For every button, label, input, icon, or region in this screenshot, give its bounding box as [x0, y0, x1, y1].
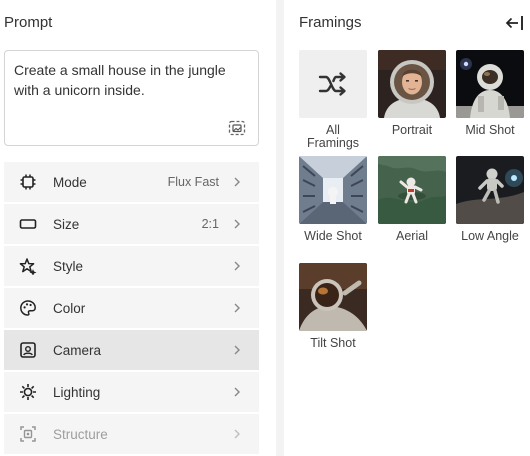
panel-divider [276, 0, 284, 456]
framing-label: Tilt Shot [310, 336, 356, 350]
prompt-input[interactable]: Create a small house in the jungle with … [4, 50, 259, 146]
chevron-right-icon [234, 345, 240, 355]
chip-icon [18, 172, 38, 192]
chevron-right-icon [234, 219, 240, 229]
framing-label: Mid Shot [465, 123, 515, 137]
prompt-title: Prompt [4, 14, 53, 31]
framings-panel: Framings All Framings Portrait Mid Shot … [284, 0, 530, 456]
palette-icon [18, 298, 38, 318]
prompt-text[interactable]: Create a small house in the jungle with … [14, 60, 249, 100]
framing-label: All Framings [299, 124, 367, 150]
option-label: Color [53, 300, 86, 316]
sparkle-star-icon [18, 256, 38, 276]
framing-label: Wide Shot [304, 229, 362, 243]
option-color[interactable]: Color [4, 288, 259, 328]
option-value: 2:1 [201, 217, 219, 231]
collapse-panel-icon[interactable] [504, 12, 526, 34]
framing-thumbnail [299, 50, 367, 118]
framing-label: Aerial [396, 229, 428, 243]
framing-label-line2: Framings [306, 136, 360, 150]
framing-label: Portrait [391, 123, 433, 137]
option-size[interactable]: Size 2:1 [4, 204, 259, 244]
option-label: Lighting [53, 384, 101, 400]
option-lighting[interactable]: Lighting [4, 372, 259, 412]
framing-thumbnail [456, 50, 524, 118]
options-list: Mode Flux Fast Size 2:1 Style Color Came… [4, 162, 259, 456]
framings-title: Framings [299, 14, 362, 31]
option-label: Style [53, 258, 84, 274]
option-value: Flux Fast [167, 175, 219, 189]
framing-mid-shot[interactable]: Mid Shot [456, 50, 524, 137]
chevron-right-icon [234, 177, 240, 187]
image-add-icon[interactable] [228, 119, 246, 137]
option-camera[interactable]: Camera [4, 330, 259, 370]
framing-wide-shot[interactable]: Wide Shot [299, 156, 367, 243]
framing-label-line1: All [326, 123, 340, 137]
option-label: Camera [53, 342, 102, 358]
option-structure[interactable]: Structure [4, 414, 259, 454]
structure-icon [18, 424, 38, 444]
framing-tilt-shot[interactable]: Tilt Shot [299, 263, 367, 350]
chevron-right-icon [234, 261, 240, 271]
framing-thumbnail [299, 263, 367, 331]
prompt-panel: Prompt Create a small house in the jungl… [0, 0, 276, 456]
framing-label: Low Angle [461, 229, 519, 243]
framing-all[interactable]: All Framings [299, 50, 367, 150]
aspect-ratio-icon [18, 214, 38, 234]
option-label: Structure [53, 426, 108, 442]
framing-thumbnail [456, 156, 524, 224]
framing-portrait[interactable]: Portrait [378, 50, 446, 137]
framing-thumbnail [378, 156, 446, 224]
framing-low-angle[interactable]: Low Angle [456, 156, 524, 243]
chevron-right-icon [234, 303, 240, 313]
option-style[interactable]: Style [4, 246, 259, 286]
option-label: Size [53, 216, 80, 232]
framing-aerial[interactable]: Aerial [378, 156, 446, 243]
sun-icon [18, 382, 38, 402]
camera-frame-icon [18, 340, 38, 360]
chevron-right-icon [234, 387, 240, 397]
framing-thumbnail [378, 50, 446, 118]
option-mode[interactable]: Mode Flux Fast [4, 162, 259, 202]
shuffle-icon [318, 72, 346, 96]
chevron-right-icon [234, 429, 240, 439]
option-label: Mode [53, 174, 87, 190]
framing-thumbnail [299, 156, 367, 224]
